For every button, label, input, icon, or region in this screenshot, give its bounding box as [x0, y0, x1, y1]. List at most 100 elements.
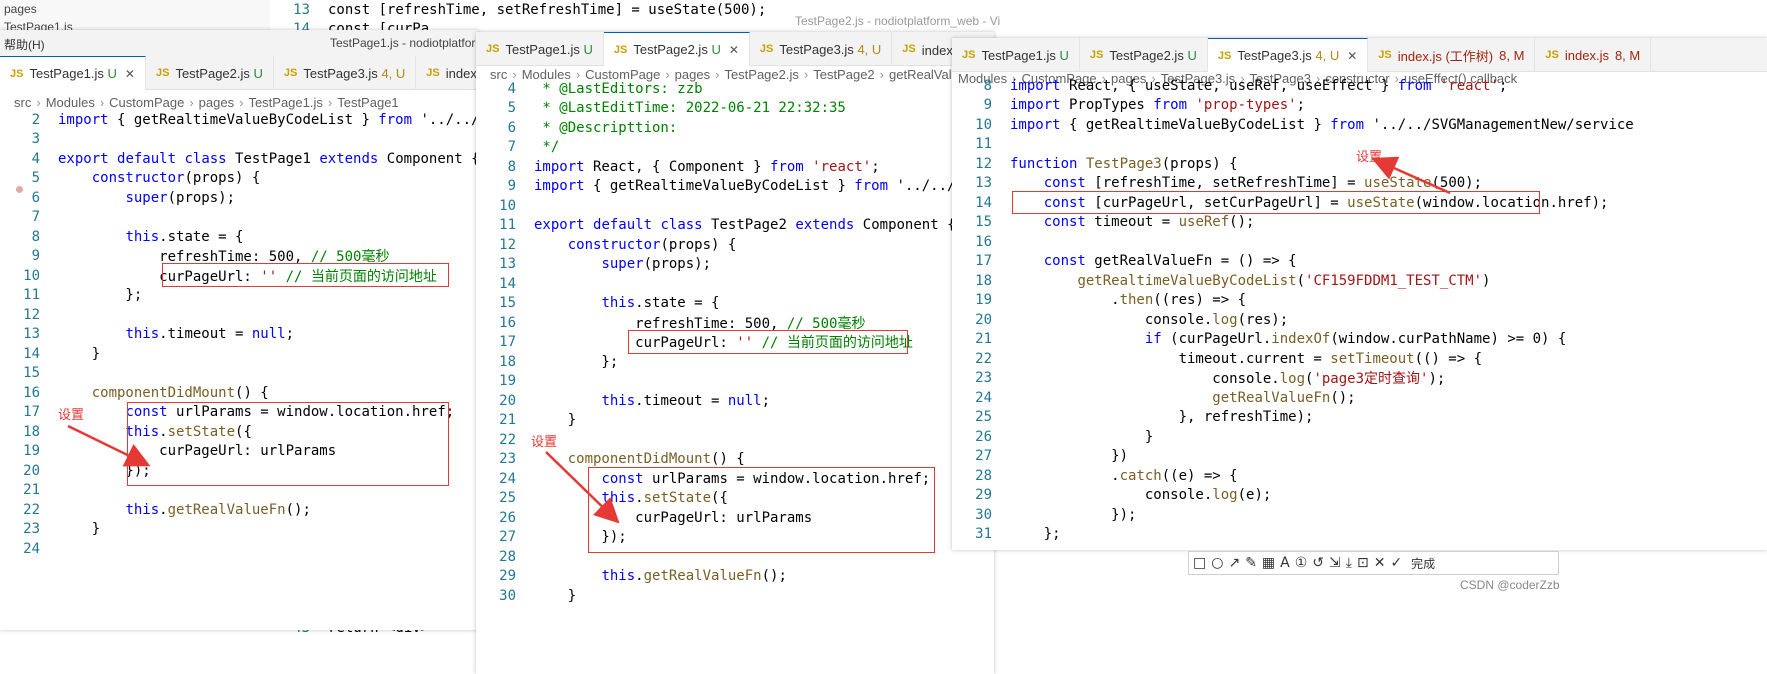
- code-line[interactable]: 10 import { getRealtimeValueByCodeList } …: [952, 115, 1767, 135]
- code-line[interactable]: 16: [952, 232, 1767, 252]
- tab-testpage3[interactable]: JS TestPage3.js 4, U: [274, 56, 417, 90]
- line-number: 23: [23, 521, 40, 538]
- code-line[interactable]: 11 export default class TestPage2 extends…: [476, 216, 994, 236]
- number-icon[interactable]: ①: [1295, 555, 1308, 571]
- code-line[interactable]: 18 };: [476, 352, 994, 372]
- js-file-icon: JS: [10, 67, 24, 80]
- breadcrumb-item[interactable]: TestPage1.js: [248, 95, 322, 110]
- code-line[interactable]: 6 super(props);: [0, 188, 478, 208]
- code-line[interactable]: 21 }: [476, 411, 994, 431]
- code-line[interactable]: 24 getRealValueFn();: [952, 388, 1767, 408]
- code-line[interactable]: 20 console.log(res);: [952, 310, 1767, 330]
- code-line[interactable]: 4 * @LastEditors: zzb: [476, 79, 994, 99]
- code-line[interactable]: 14 }: [0, 344, 478, 364]
- help-menu[interactable]: 帮助(H): [4, 36, 45, 53]
- code-line[interactable]: 10: [476, 196, 994, 216]
- tab-index[interactable]: JS index.js (: [416, 56, 478, 90]
- mosaic-icon[interactable]: ▦: [1262, 555, 1275, 571]
- code-text: this.state = {: [601, 295, 720, 312]
- code-line[interactable]: 19: [476, 372, 994, 392]
- done-label[interactable]: 完成: [1411, 555, 1435, 572]
- code-line[interactable]: 18 getRealtimeValueByCodeList('CF159FDDM…: [952, 271, 1767, 291]
- code-line[interactable]: 7 */: [476, 138, 994, 158]
- code-line[interactable]: 9 import { getRealtimeValueByCodeList } f…: [476, 177, 994, 197]
- code-line[interactable]: 22 this.getRealValueFn();: [0, 500, 478, 520]
- line-number: 20: [23, 462, 40, 479]
- code-line[interactable]: 30 });: [952, 505, 1767, 525]
- code-line[interactable]: 8 import React, { useState, useRef, useEf…: [952, 76, 1767, 96]
- code-line[interactable]: 30 }: [476, 586, 994, 606]
- code-line[interactable]: 15 const timeout = useRef();: [952, 213, 1767, 233]
- line-number: 4: [31, 150, 40, 167]
- line-number: 20: [499, 392, 516, 409]
- code-line[interactable]: 6 * @Descripttion:: [476, 118, 994, 138]
- explorer-item[interactable]: pages: [0, 0, 270, 18]
- code-line[interactable]: 21 if (curPageUrl.indexOf(window.curPath…: [952, 330, 1767, 350]
- code-line[interactable]: 12: [0, 305, 478, 325]
- save-icon[interactable]: ⊡: [1357, 555, 1369, 571]
- breakpoint-dot[interactable]: [16, 186, 23, 193]
- arrow-icon[interactable]: ↗: [1228, 555, 1240, 571]
- code-line[interactable]: 5 * @LastEditTime: 2022-06-21 22:32:35: [476, 99, 994, 119]
- code-line[interactable]: 2 import { getRealtimeValueByCodeList } f…: [0, 110, 478, 130]
- code-line[interactable]: 8 this.state = {: [0, 227, 478, 247]
- code-editor[interactable]: 2 import { getRealtimeValueByCodeList } f…: [0, 110, 478, 559]
- undo-icon[interactable]: ↺: [1312, 555, 1324, 571]
- tab-testpage1[interactable]: JS TestPage1.js U: [476, 32, 604, 66]
- line-number: 21: [23, 482, 40, 499]
- code-line[interactable]: 12 constructor(props) {: [476, 235, 994, 255]
- code-line[interactable]: 14: [476, 274, 994, 294]
- pin-icon[interactable]: ⇲: [1329, 555, 1341, 571]
- code-line[interactable]: 11 };: [0, 286, 478, 306]
- code-line[interactable]: 3: [0, 130, 478, 150]
- code-line[interactable]: 5 constructor(props) {: [0, 169, 478, 189]
- close-icon[interactable]: ✕: [1374, 555, 1386, 571]
- code-line[interactable]: 9 import PropTypes from 'prop-types';: [952, 96, 1767, 116]
- code-line[interactable]: 23 console.log('page3定时查询');: [952, 369, 1767, 389]
- breadcrumb-item[interactable]: TestPage1: [337, 95, 398, 110]
- code-line[interactable]: 29 this.getRealValueFn();: [476, 567, 994, 587]
- line-number: 8: [983, 77, 992, 94]
- code-line[interactable]: 20 this.timeout = null;: [476, 391, 994, 411]
- ellipse-icon[interactable]: ○: [1211, 555, 1223, 571]
- code-line[interactable]: 7: [0, 208, 478, 228]
- code-line[interactable]: 31 };: [952, 525, 1767, 545]
- code-line[interactable]: 22 timeout.current = setTimeout(() => {: [952, 349, 1767, 369]
- line-number: 21: [975, 331, 992, 348]
- code-line[interactable]: 4 export default class TestPage1 extends …: [0, 149, 478, 169]
- code-line[interactable]: 26 }: [952, 427, 1767, 447]
- tab-testpage2[interactable]: JS TestPage2.js U: [146, 56, 274, 90]
- pen-icon[interactable]: ✎: [1245, 555, 1257, 571]
- code-line[interactable]: 15 this.state = {: [476, 294, 994, 314]
- check-icon[interactable]: ✓: [1390, 555, 1402, 571]
- breadcrumb-item[interactable]: Modules: [46, 95, 95, 110]
- code-line[interactable]: 23 }: [0, 520, 478, 540]
- tab-testpage3[interactable]: JS TestPage3.js 4, U: [750, 32, 893, 66]
- code-line[interactable]: 17 const getRealValueFn = () => {: [952, 252, 1767, 272]
- code-line[interactable]: 28 .catch((e) => {: [952, 466, 1767, 486]
- rectangle-icon[interactable]: □: [1193, 555, 1206, 571]
- breadcrumb-item[interactable]: src: [14, 95, 31, 110]
- code-line[interactable]: 24: [0, 539, 478, 559]
- code-line[interactable]: 8 import React, { Component } from 'react…: [476, 157, 994, 177]
- code-line[interactable]: 16 componentDidMount() {: [0, 383, 478, 403]
- code-line[interactable]: 27 }): [952, 447, 1767, 467]
- tab-testpage1[interactable]: JS TestPage1.js U ✕: [0, 56, 146, 90]
- close-icon[interactable]: ✕: [125, 67, 135, 81]
- breadcrumb-item[interactable]: CustomPage: [109, 95, 184, 110]
- line-number: 6: [507, 119, 516, 136]
- code-line[interactable]: 29 console.log(e);: [952, 486, 1767, 506]
- code-line[interactable]: 13 this.timeout = null;: [0, 325, 478, 345]
- line-number: 14: [23, 345, 40, 362]
- code-line[interactable]: 25 }, refreshTime);: [952, 408, 1767, 428]
- download-icon[interactable]: ⤓: [1346, 555, 1352, 571]
- close-icon[interactable]: ✕: [729, 43, 739, 57]
- code-line[interactable]: 19 .then((res) => {: [952, 291, 1767, 311]
- code-line[interactable]: 13 super(props);: [476, 255, 994, 275]
- close-icon[interactable]: ✕: [1347, 49, 1357, 63]
- text-icon[interactable]: A: [1280, 555, 1290, 571]
- breadcrumb-item[interactable]: pages: [199, 95, 234, 110]
- code-line[interactable]: 15: [0, 364, 478, 384]
- tab-testpage2[interactable]: JS TestPage2.js U ✕: [603, 32, 750, 66]
- code-text: }: [1010, 428, 1154, 445]
